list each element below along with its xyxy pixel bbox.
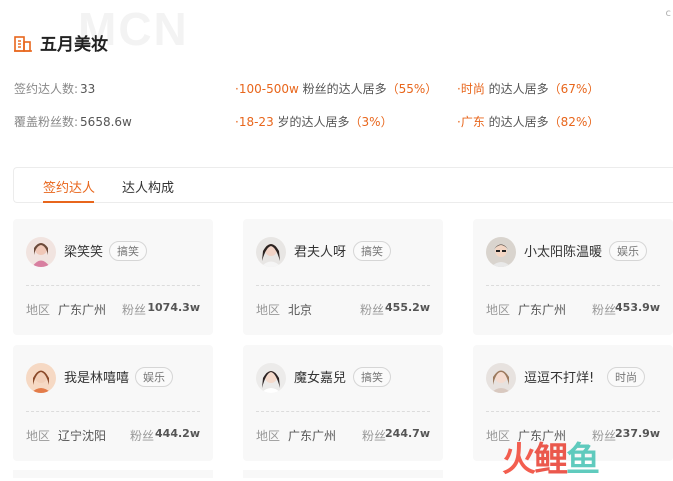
kol-name: 梁笑笑 [64,245,104,260]
trait-highlight: 18-23 [238,115,274,129]
trait-highlight: 时尚 [460,82,485,96]
trait-text: 粉丝的达人居多 [298,82,387,96]
watermark-logo: 火鲤鱼 [502,432,600,481]
category-tag: 搞笑 [353,241,391,261]
fans-label: 粉丝 [121,303,146,317]
category-tag: 搞笑 [109,241,147,261]
signed-count-value: 33 [80,82,96,96]
region-label: 地区 [256,429,281,443]
divider [256,285,430,286]
trait-age: ·18-23 岁的达人居多（3%） [235,113,393,130]
trait-percent: （55%） [386,82,438,96]
fans-value: 453.9w [615,301,660,314]
fans-count-stat: 覆盖粉丝数: 5658.6w [14,113,132,130]
category-tag: 娱乐 [135,367,173,387]
trait-text: 的达人居多 [484,115,549,129]
kol-card[interactable]: 小太阳陈温暖 娱乐 地区 广东广州 粉丝 453.9w [473,219,673,335]
avatar [26,237,56,267]
watermark-logo-char: 鲤 [534,440,568,480]
fans-count-label: 覆盖粉丝数: [14,115,79,129]
trait-text: 的达人居多 [484,82,549,96]
divider [486,285,660,286]
region-value: 北京 [288,303,313,317]
fans-value: 237.9w [615,427,660,440]
avatar [26,363,56,393]
region-value: 辽宁沈阳 [58,429,107,443]
divider [26,411,200,412]
region-label: 地区 [256,303,281,317]
kol-card[interactable]: 君夫人呀 搞笑 地区 北京 粉丝 455.2w [243,219,443,335]
tab-signed-kols[interactable]: 签约达人 [43,177,95,196]
fans-value: 444.2w [155,427,200,440]
fans-value: 244.7w [385,427,430,440]
fans-value: 1074.3w [147,301,200,314]
region-value: 广东广州 [288,429,337,443]
corner-mark: c [665,8,672,19]
fans-label: 粉丝 [361,429,386,443]
divider [26,285,200,286]
trait-percent: （67%） [548,82,600,96]
category-tag: 时尚 [607,367,645,387]
divider [486,411,660,412]
tab-kol-composition[interactable]: 达人构成 [122,177,174,196]
agency-header: 五月美妆 [14,30,108,55]
fans-label: 粉丝 [359,303,384,317]
kol-name: 小太阳陈温暖 [524,245,603,260]
card-row-peek [243,470,443,478]
category-tag: 娱乐 [609,241,647,261]
trait-percent: （3%） [349,115,393,129]
kol-card[interactable]: 魔女嘉兒 搞笑 地区 广东广州 粉丝 244.7w [243,345,443,461]
avatar [256,363,286,393]
watermark-logo-char: 鱼 [566,440,600,480]
avatar [256,237,286,267]
trait-text: 岁的达人居多 [273,115,350,129]
fans-label: 粉丝 [591,303,616,317]
kol-card[interactable]: 梁笑笑 搞笑 地区 广东广州 粉丝 1074.3w [13,219,213,335]
fans-value: 455.2w [385,301,430,314]
kol-card[interactable]: 我是林嘻嘻 娱乐 地区 辽宁沈阳 粉丝 444.2w [13,345,213,461]
region-label: 地区 [26,429,51,443]
trait-fans-range: ·100-500w 粉丝的达人居多（55%） [235,80,437,97]
tabs-bar: 签约达人 达人构成 [13,167,673,203]
trait-region: ·广东 的达人居多（82%） [457,113,599,130]
trait-percent: （82%） [548,115,600,129]
signed-count-label: 签约达人数: [14,82,79,96]
signed-count-stat: 签约达人数: 33 [14,80,95,97]
region-label: 地区 [26,303,51,317]
trait-highlight: 100-500w [238,82,299,96]
kol-name: 君夫人呀 [294,245,347,260]
active-tab-indicator [43,201,94,203]
agency-name: 五月美妆 [40,35,108,55]
trait-highlight: 广东 [460,115,485,129]
kol-name: 我是林嘻嘻 [64,371,130,386]
kol-name: 魔女嘉兒 [294,371,347,386]
avatar [486,363,516,393]
card-row-peek [13,470,213,478]
building-icon [14,34,32,52]
fans-count-value: 5658.6w [80,115,132,129]
region-label: 地区 [486,303,511,317]
kol-name: 逗逗不打烊! [524,371,595,386]
region-value: 广东广州 [58,303,107,317]
region-value: 广东广州 [518,303,567,317]
trait-category: ·时尚 的达人居多（67%） [457,80,599,97]
avatar [486,237,516,267]
category-tag: 搞笑 [353,367,391,387]
fans-label: 粉丝 [129,429,154,443]
watermark-logo-char: 火 [502,440,536,480]
divider [256,411,430,412]
